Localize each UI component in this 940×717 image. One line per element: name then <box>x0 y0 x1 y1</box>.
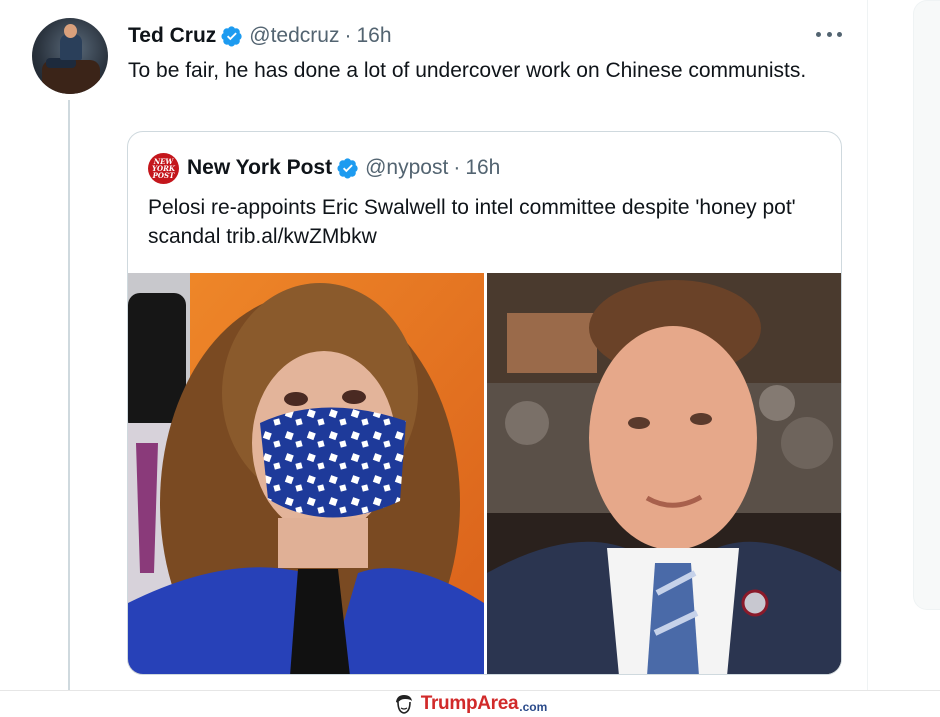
tweet-panel: Ted Cruz @tedcruz · 16h To be fair, he h… <box>0 0 868 690</box>
quoted-tweet[interactable]: NEW YORK POST New York Post @nypost · 16… <box>127 131 842 675</box>
tweet-header: Ted Cruz @tedcruz · 16h <box>128 24 392 48</box>
nypost-logo: NEW YORK POST <box>148 152 179 184</box>
trump-head-icon <box>395 695 412 714</box>
quoted-tweet-text: Pelosi re-appoints Eric Swalwell to inte… <box>148 196 796 248</box>
photo-man-suit <box>487 273 841 674</box>
watermark-bar: TrumpArea .com <box>0 690 940 717</box>
avatar-head <box>64 24 77 38</box>
logo-line: POST <box>152 170 175 180</box>
more-dot <box>826 31 832 37</box>
more-dot <box>816 31 821 37</box>
quoted-header-separator: · <box>453 156 461 179</box>
quoted-tweet-header: NEW YORK POST New York Post @nypost · 16… <box>148 152 500 184</box>
quoted-author-name[interactable]: New York Post <box>187 156 332 180</box>
more-options-icon[interactable] <box>816 24 842 44</box>
author-name[interactable]: Ted Cruz <box>128 24 216 48</box>
tweet-timestamp[interactable]: 16h <box>356 24 391 48</box>
more-dot <box>837 31 842 37</box>
author-avatar[interactable] <box>32 18 108 94</box>
photo-woman-mask <box>128 273 484 674</box>
quoted-tweet-media[interactable] <box>128 273 841 674</box>
header-separator: · <box>344 24 352 47</box>
author-handle[interactable]: @tedcruz <box>249 24 339 48</box>
tweet-text: To be fair, he has done a lot of underco… <box>128 59 807 82</box>
watermark-name: TrumpArea <box>420 693 519 714</box>
watermark-tld: .com <box>519 699 548 714</box>
sidebar-card <box>913 0 940 610</box>
thread-line <box>68 100 70 690</box>
verified-badge-icon <box>221 26 242 47</box>
media-photo-right[interactable] <box>487 273 841 674</box>
quoted-tweet-timestamp[interactable]: 16h <box>465 156 500 180</box>
verified-badge-icon <box>337 158 358 179</box>
right-rail <box>869 0 940 690</box>
media-photo-left[interactable] <box>128 273 484 674</box>
quoted-author-handle[interactable]: @nypost <box>365 156 448 180</box>
